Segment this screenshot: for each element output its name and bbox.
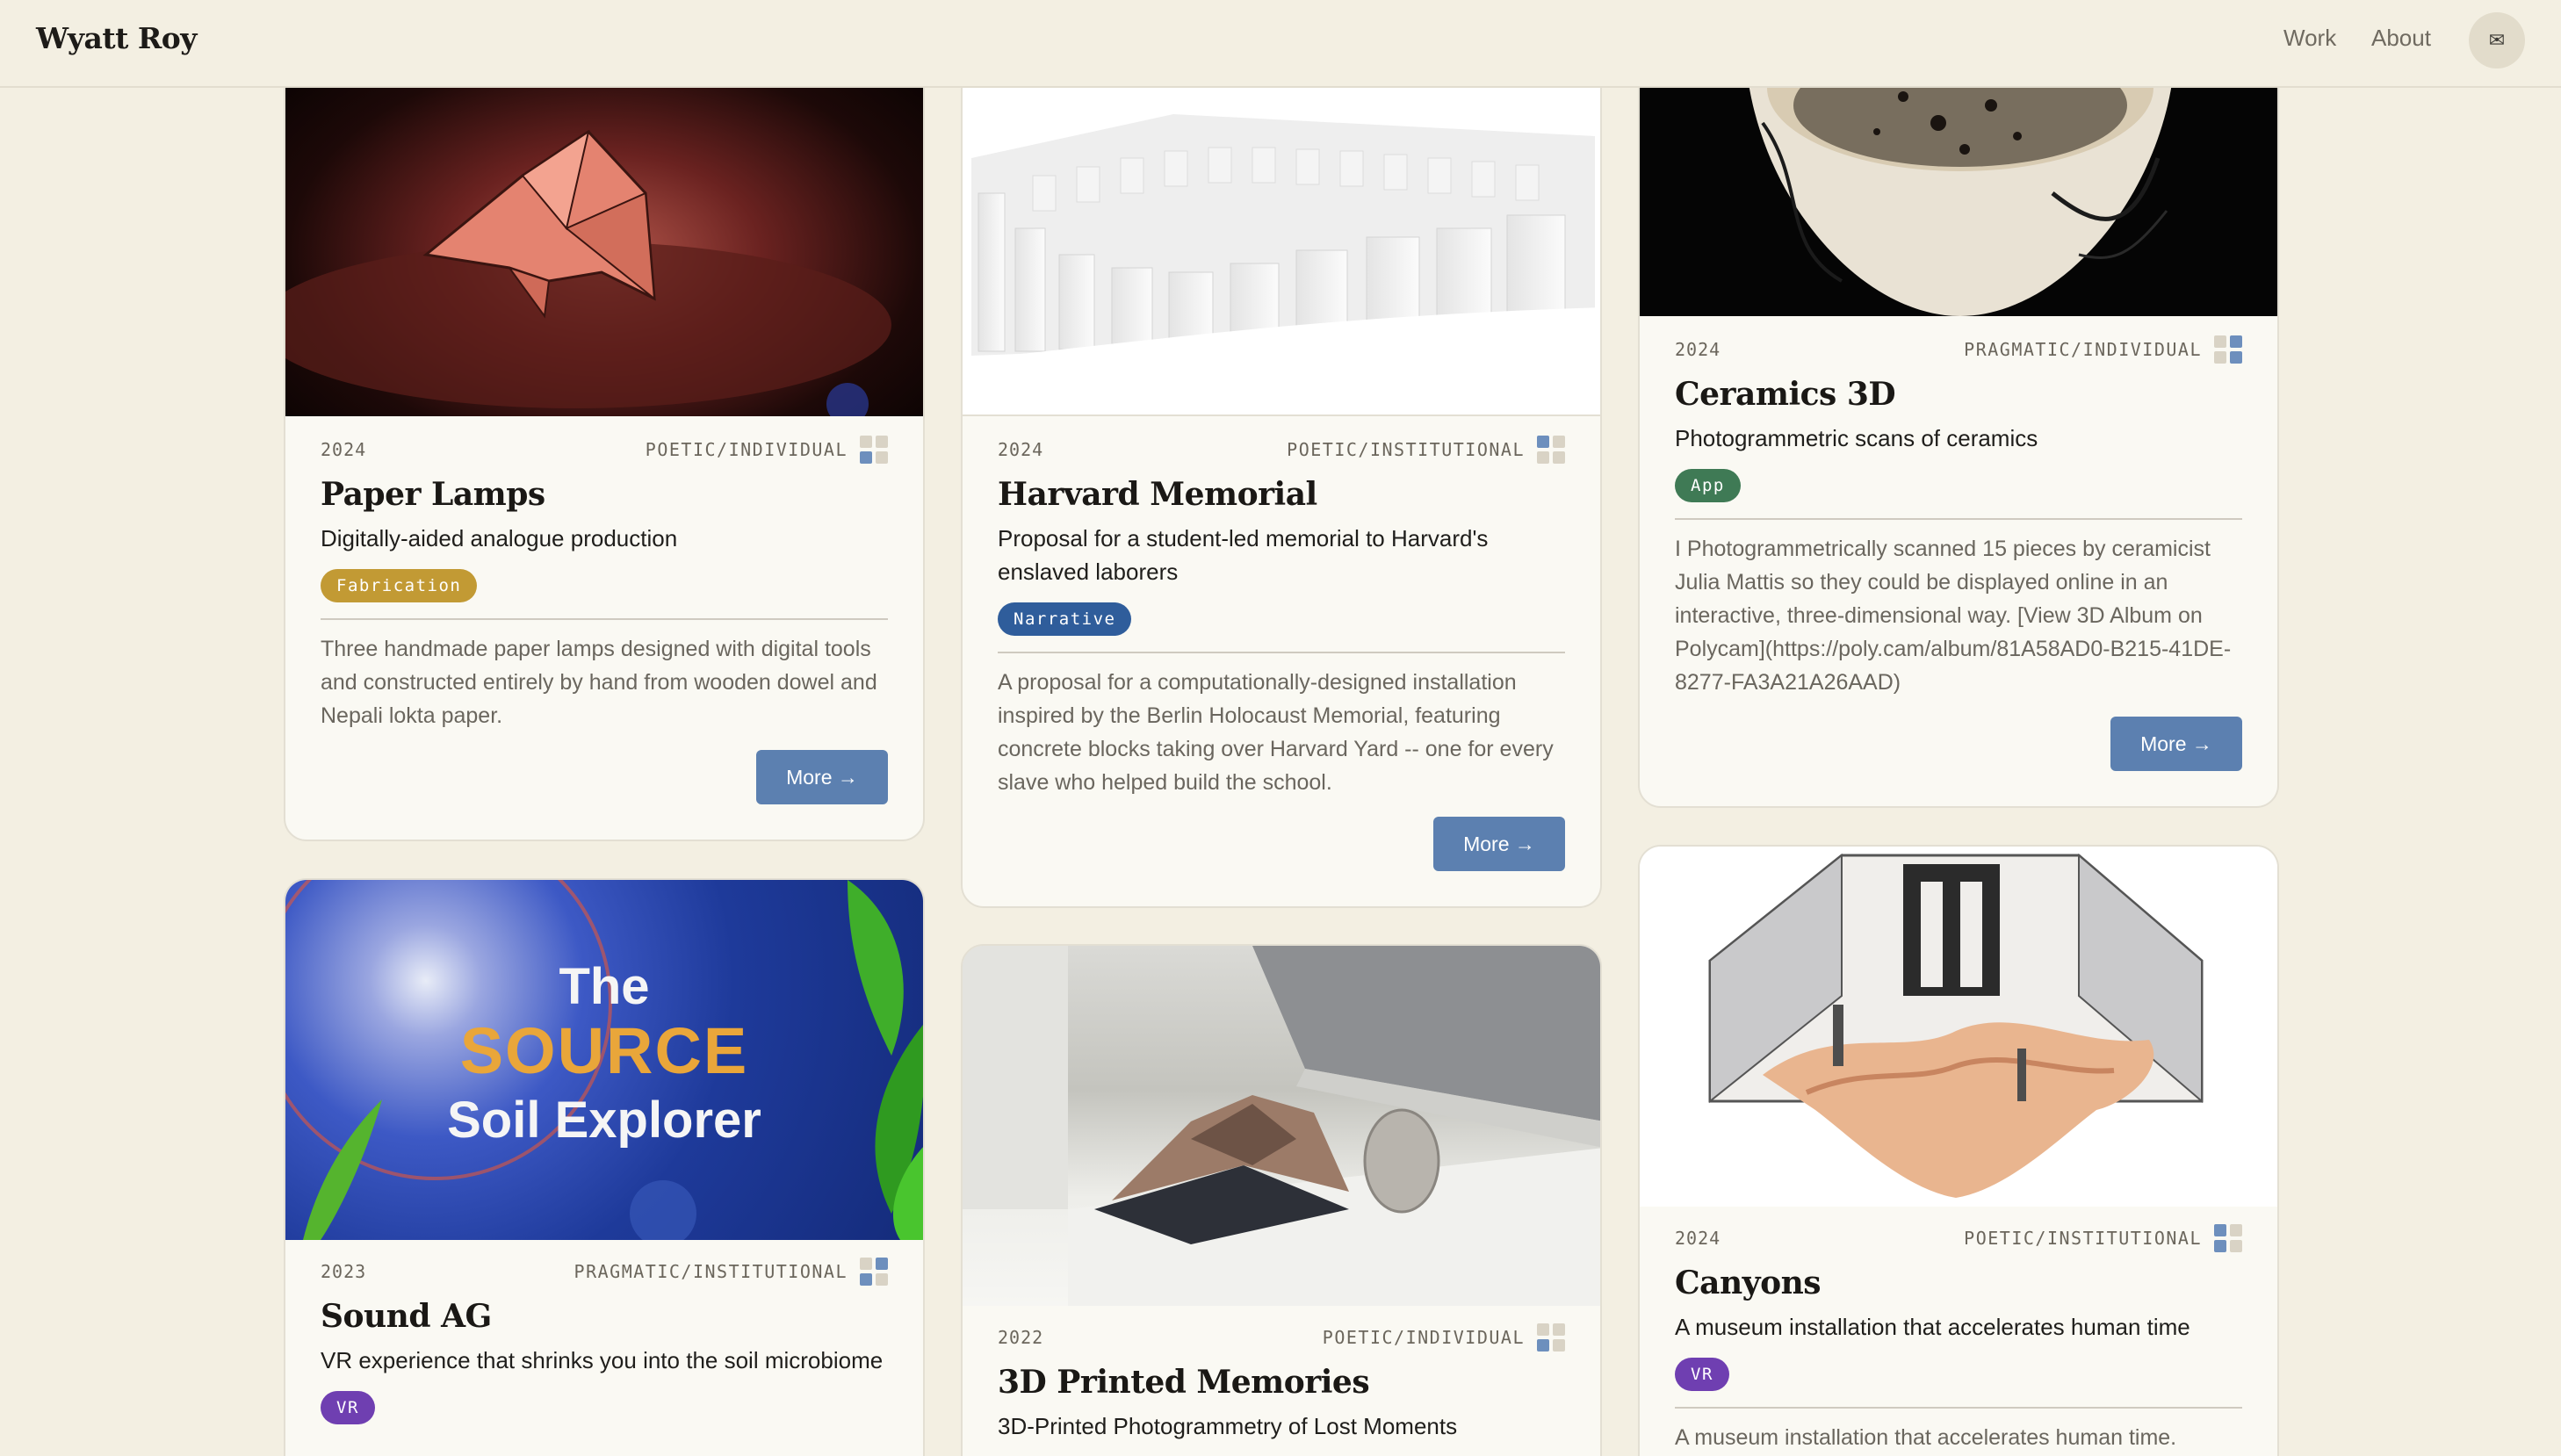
image-text-soil-explorer: Soil Explorer — [447, 1092, 761, 1149]
card-title[interactable]: Ceramics 3D — [1675, 376, 2242, 413]
more-label: More → — [1463, 832, 1535, 855]
mail-icon: ✉ — [2488, 29, 2506, 52]
card-year: 2024 — [998, 439, 1044, 460]
tag-app[interactable]: App — [1675, 469, 1741, 502]
category-grid-icon — [1537, 1323, 1565, 1351]
card-title[interactable]: Harvard Memorial — [998, 476, 1565, 513]
canyons-render-image[interactable] — [1640, 847, 2277, 1207]
card-title[interactable]: Sound AG — [321, 1298, 888, 1335]
ceramic-bowl-illustration — [1745, 53, 2175, 316]
divider — [1675, 1407, 2242, 1409]
card-subtitle: 3D-Printed Photogrammetry of Lost Moment… — [998, 1413, 1458, 1439]
card-description: I Photogrammetrically scanned 15 pieces … — [1675, 537, 2232, 695]
tag-fabrication[interactable]: Fabrication — [321, 569, 478, 602]
mail-button[interactable]: ✉ — [2469, 12, 2525, 68]
category-grid-icon — [860, 436, 888, 464]
card-body: 2024 POETIC/INSTITUTIONAL Canyons A muse… — [1675, 1224, 2242, 1454]
card-year: 2024 — [1675, 1228, 1721, 1249]
card-title[interactable]: Paper Lamps — [321, 476, 888, 513]
more-label: More → — [2140, 732, 2212, 755]
more-label: More → — [786, 765, 858, 789]
card-description: A proposal for a computationally-designe… — [998, 670, 1554, 795]
tag-vr[interactable]: VR — [321, 1391, 375, 1424]
ceramic-bowl-image[interactable] — [1640, 53, 2277, 316]
card-description: Three handmade paper lamps designed with… — [321, 637, 877, 728]
card-body: 2023 PRAGMATIC/INSTITUTIONAL Sound AG VR… — [321, 1258, 888, 1424]
card-body: 2024 PRAGMATIC/INDIVIDUAL Ceramics 3D Ph… — [1675, 335, 2242, 699]
card-year: 2024 — [321, 439, 367, 460]
category-grid-icon — [2214, 335, 2242, 364]
more-button[interactable]: More → — [2110, 717, 2242, 771]
soil-explorer-image[interactable]: The SOURCE Soil Explorer — [285, 880, 923, 1240]
divider — [998, 652, 1565, 653]
project-card-canyons[interactable]: 2024 POETIC/INSTITUTIONAL Canyons A muse… — [1638, 845, 2279, 1456]
tag-narrative[interactable]: Narrative — [998, 602, 1132, 636]
project-card-paper-lamps[interactable]: 2024 POETIC/INDIVIDUAL Paper Lamps Digit… — [284, 51, 925, 841]
card-subtitle: Digitally-aided analogue production — [321, 525, 678, 551]
paper-lamp-illustration — [285, 129, 891, 416]
project-card-3d-printed-memories[interactable]: 2022 POETIC/INDIVIDUAL 3D Printed Memori… — [961, 944, 1602, 1456]
memorial-blocks-illustration — [963, 114, 1600, 414]
printed-memory-image[interactable] — [963, 946, 1600, 1306]
nav-link-work[interactable]: Work — [2283, 25, 2336, 52]
category-grid-icon — [2214, 1224, 2242, 1252]
card-title[interactable]: Canyons — [1675, 1265, 2242, 1301]
card-category: PRAGMATIC/INDIVIDUAL — [1964, 339, 2202, 360]
canyons-gallery-illustration — [1708, 853, 2204, 1198]
site-header: Wyatt Roy Work About ✉ — [0, 0, 2561, 88]
card-category: POETIC/INSTITUTIONAL — [1287, 439, 1525, 460]
card-title[interactable]: 3D Printed Memories — [998, 1364, 1565, 1401]
card-subtitle: Photogrammetric scans of ceramics — [1675, 425, 2038, 451]
card-subtitle: A museum installation that accelerates h… — [1675, 1314, 2190, 1340]
card-body: 2024 POETIC/INSTITUTIONAL Harvard Memori… — [998, 436, 1565, 799]
card-category: POETIC/INDIVIDUAL — [1322, 1327, 1525, 1348]
printed-memory-illustration — [963, 946, 1600, 1306]
card-category: POETIC/INSTITUTIONAL — [1964, 1228, 2202, 1249]
card-body: 2022 POETIC/INDIVIDUAL 3D Printed Memori… — [998, 1323, 1565, 1443]
site-logo[interactable]: Wyatt Roy — [36, 21, 197, 55]
divider — [1675, 518, 2242, 520]
divider — [321, 618, 888, 620]
tag-vr[interactable]: VR — [1675, 1358, 1729, 1391]
memorial-render-image[interactable] — [963, 53, 1600, 416]
card-subtitle: Proposal for a student-led memorial to H… — [998, 525, 1489, 585]
category-grid-icon — [1537, 436, 1565, 464]
card-category: PRAGMATIC/INSTITUTIONAL — [574, 1261, 848, 1282]
card-body: 2024 POETIC/INDIVIDUAL Paper Lamps Digit… — [321, 436, 888, 732]
card-year: 2022 — [998, 1327, 1044, 1348]
project-card-ceramics-3d[interactable]: 2024 PRAGMATIC/INDIVIDUAL Ceramics 3D Ph… — [1638, 51, 2279, 808]
paper-lamp-image[interactable] — [285, 53, 923, 416]
image-text-source: SOURCE — [459, 1014, 749, 1087]
card-year: 2023 — [321, 1261, 367, 1282]
card-subtitle: VR experience that shrinks you into the … — [321, 1347, 884, 1373]
more-button[interactable]: More → — [1433, 817, 1565, 871]
category-grid-icon — [860, 1258, 888, 1286]
project-card-harvard-memorial[interactable]: 2024 POETIC/INSTITUTIONAL Harvard Memori… — [961, 51, 1602, 908]
more-button[interactable]: More → — [756, 750, 888, 804]
card-description: A museum installation that accelerates h… — [1675, 1425, 2177, 1450]
project-card-sound-ag[interactable]: The SOURCE Soil Explorer 2023 PRAGMATIC/… — [284, 878, 925, 1456]
card-category: POETIC/INDIVIDUAL — [645, 439, 848, 460]
image-text-the: The — [559, 958, 650, 1015]
nav-link-about[interactable]: About — [2371, 25, 2431, 52]
card-year: 2024 — [1675, 339, 1721, 360]
